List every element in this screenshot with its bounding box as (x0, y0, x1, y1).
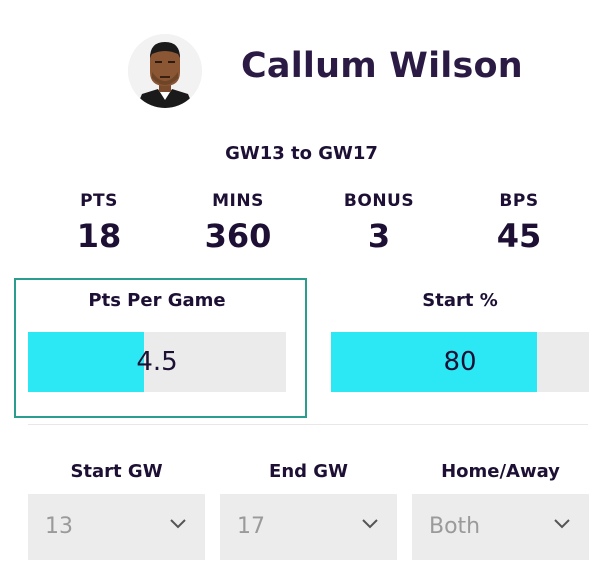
stat-mins: MINS 360 (178, 191, 298, 255)
home-away-select[interactable]: Both (412, 494, 589, 560)
start-gw-select[interactable]: 13 (28, 494, 205, 560)
start-percent-value: 80 (443, 347, 477, 377)
home-away-value: Both (429, 514, 481, 539)
start-percent-bar: 80 (331, 332, 589, 392)
player-avatar (128, 34, 202, 108)
start-percent-title: Start % (422, 290, 498, 311)
start-gw-value: 13 (45, 514, 73, 539)
stat-label: BONUS (343, 191, 415, 211)
stat-pts: PTS 18 (39, 191, 159, 255)
divider (28, 424, 588, 425)
stat-label: BPS (499, 191, 539, 211)
start-gw-label: Start GW (70, 461, 163, 482)
stat-label: MINS (212, 191, 264, 211)
pts-per-game-value: 4.5 (136, 347, 178, 377)
stat-label: PTS (80, 191, 118, 211)
player-name: Callum Wilson (241, 46, 523, 86)
gameweek-range: GW13 to GW17 (225, 143, 378, 164)
stat-value: 45 (496, 217, 542, 255)
stat-value: 360 (204, 217, 272, 255)
end-gw-value: 17 (237, 514, 265, 539)
stat-value: 18 (76, 217, 122, 255)
end-gw-label: End GW (269, 461, 348, 482)
player-avatar-icon (128, 34, 202, 108)
pts-per-game-title: Pts Per Game (88, 290, 226, 311)
stat-bps: BPS 45 (459, 191, 579, 255)
end-gw-select[interactable]: 17 (220, 494, 397, 560)
home-away-label: Home/Away (441, 461, 560, 482)
chevron-down-icon (362, 519, 378, 529)
stat-bonus: BONUS 3 (319, 191, 439, 255)
chevron-down-icon (554, 519, 570, 529)
player-stats-panel: Callum Wilson GW13 to GW17 PTS 18 MINS 3… (0, 0, 603, 570)
pts-per-game-bar: 4.5 (28, 332, 286, 392)
chevron-down-icon (170, 519, 186, 529)
stat-value: 3 (367, 217, 391, 255)
